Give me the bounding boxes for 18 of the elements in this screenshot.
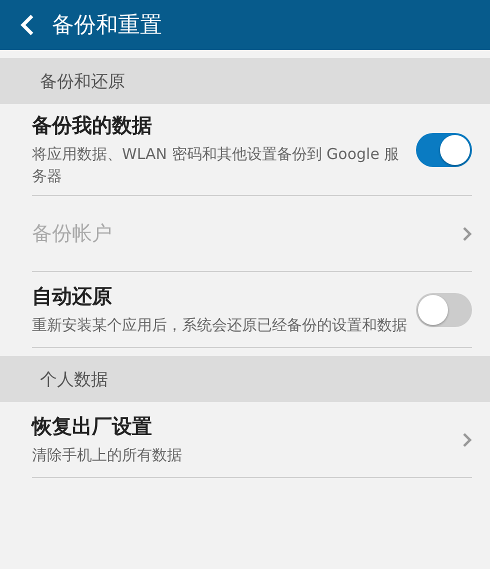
settings-row[interactable]: 备份我的数据 将应用数据、WLAN 密码和其他设置备份到 Google 服务器 (32, 104, 472, 196)
screen-title: 备份和重置 (52, 12, 162, 40)
back-icon[interactable] (20, 14, 34, 36)
chevron-icon (462, 226, 472, 242)
section-header: 个人数据 (0, 356, 490, 402)
setting-title: 备份我的数据 (32, 112, 153, 139)
setting-title: 自动还原 (32, 283, 113, 310)
setting-title: 恢复出厂设置 (32, 413, 153, 440)
settings-row[interactable]: 恢复出厂设置 清除手机上的所有数据 (32, 402, 472, 478)
toggle-switch[interactable] (416, 132, 472, 166)
chevron-icon (462, 432, 472, 448)
setting-description: 将应用数据、WLAN 密码和其他设置备份到 Google 服务器 (32, 144, 400, 187)
setting-description: 重新安装某个应用后，系统会还原已经备份的设置和数据 (32, 315, 408, 336)
setting-description: 清除手机上的所有数据 (32, 445, 183, 466)
section-header: 备份和还原 (0, 58, 490, 104)
setting-title: 备份帐户 (32, 220, 113, 247)
settings-row[interactable]: 自动还原 重新安装某个应用后，系统会还原已经备份的设置和数据 (32, 272, 472, 348)
toggle-switch[interactable] (416, 292, 472, 326)
